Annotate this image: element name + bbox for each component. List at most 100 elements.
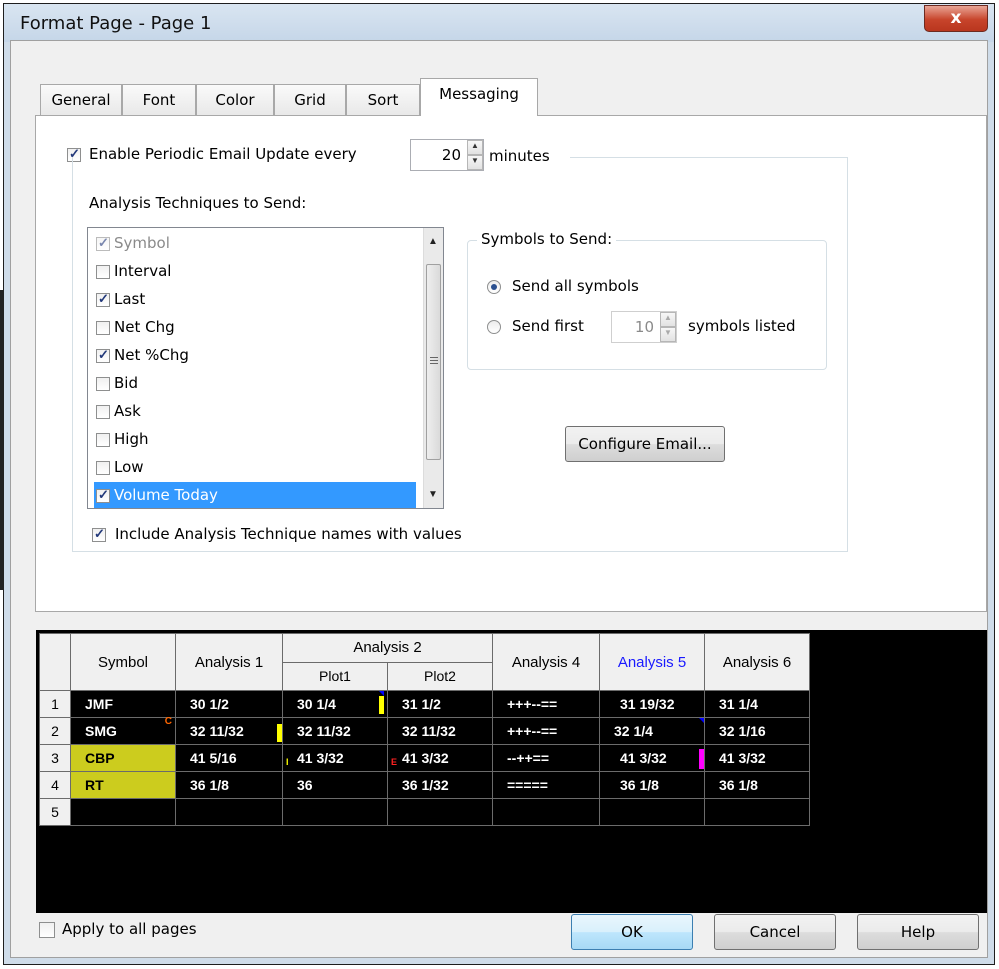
row-number[interactable]: 1 [39, 690, 71, 718]
cell-analysis4[interactable]: --++== [492, 744, 600, 772]
header-analysis2[interactable]: Analysis 2 [282, 633, 493, 663]
cell-analysis1[interactable]: 41 5/16 [175, 744, 283, 772]
window-title: Format Page - Page 1 [20, 13, 212, 34]
header-symbol[interactable]: Symbol [70, 633, 176, 691]
list-item[interactable]: Symbol [96, 230, 416, 258]
row-number[interactable]: 4 [39, 771, 71, 799]
cell-plot2[interactable]: 32 11/32 [387, 717, 493, 745]
send-first-radio[interactable] [487, 320, 501, 334]
row-number[interactable]: 3 [39, 744, 71, 772]
cell-analysis5[interactable]: 41 3/32 [599, 744, 705, 772]
corner-cell [39, 633, 71, 691]
cell-plot1[interactable] [282, 798, 388, 826]
cell-symbol[interactable] [70, 798, 176, 826]
cell-symbol[interactable]: CBP [70, 744, 176, 772]
cell-analysis5[interactable]: 31 19/32 [599, 690, 705, 718]
apply-all-checkbox[interactable] [39, 922, 55, 938]
list-item[interactable]: Low [96, 454, 416, 482]
cell-analysis6[interactable]: 41 3/32 [704, 744, 810, 772]
cell-analysis6[interactable]: 32 1/16 [704, 717, 810, 745]
cell-plot2-value: 41 3/32 [402, 750, 449, 766]
tab-sort[interactable]: Sort [346, 84, 420, 116]
ok-button[interactable]: OK [571, 914, 693, 950]
scroll-down-icon[interactable]: ▼ [424, 489, 442, 500]
technique-checkbox[interactable] [96, 347, 110, 363]
technique-checkbox[interactable] [96, 461, 110, 475]
cell-plot2[interactable] [387, 798, 493, 826]
technique-checkbox[interactable] [96, 265, 110, 279]
cell-symbol[interactable]: JMF [70, 690, 176, 718]
technique-checkbox[interactable] [96, 291, 110, 307]
cell-analysis6[interactable]: 31 1/4 [704, 690, 810, 718]
row-number[interactable]: 2 [39, 717, 71, 745]
list-item[interactable]: Net %Chg [96, 342, 416, 370]
list-item-selected[interactable]: Volume Today [94, 482, 416, 508]
header-plot1[interactable]: Plot1 [282, 661, 388, 691]
technique-checkbox[interactable] [96, 235, 110, 251]
cell-analysis4[interactable]: +++--== [492, 690, 600, 718]
cell-symbol[interactable]: SMG C [70, 716, 176, 745]
tab-color[interactable]: Color [196, 84, 274, 116]
cell-analysis6[interactable] [704, 798, 810, 826]
cell-plot2[interactable]: E 41 3/32 [387, 744, 493, 772]
spin-down-icon[interactable]: ▼ [660, 327, 676, 342]
technique-checkbox[interactable] [96, 405, 110, 419]
cell-analysis1[interactable]: 30 1/2 [175, 690, 283, 718]
send-all-radio[interactable] [487, 280, 501, 294]
send-first-spinner[interactable]: 10 ▲ ▼ [611, 311, 677, 343]
listbox-scrollbar[interactable]: ▲ ▼ [423, 228, 443, 508]
cell-plot1[interactable]: 30 1/4 [282, 690, 388, 718]
spin-up-icon[interactable]: ▲ [467, 140, 483, 155]
close-button[interactable]: x [924, 5, 988, 32]
cancel-button[interactable]: Cancel [714, 914, 836, 950]
technique-checkbox[interactable] [96, 433, 110, 447]
cell-analysis5[interactable]: 32 1/4 [599, 717, 705, 745]
grip-icon [430, 357, 438, 358]
header-analysis1[interactable]: Analysis 1 [175, 633, 283, 691]
list-item[interactable]: Ask [96, 398, 416, 426]
cell-analysis1[interactable]: 32 11/32 [175, 717, 283, 745]
cell-analysis6[interactable]: 36 1/8 [704, 771, 810, 799]
include-names-checkbox[interactable] [92, 526, 106, 542]
cell-plot2[interactable]: 31 1/2 [387, 690, 493, 718]
tab-font[interactable]: Font [122, 84, 196, 116]
cell-analysis1[interactable] [175, 798, 283, 826]
header-analysis5[interactable]: Analysis 5 [599, 633, 705, 691]
title-bar[interactable]: Format Page - Page 1 x [4, 4, 994, 42]
list-item[interactable]: Last [96, 286, 416, 314]
header-plot2[interactable]: Plot2 [387, 661, 493, 691]
technique-label: Net %Chg [114, 346, 189, 364]
techniques-listbox[interactable]: Symbol Interval Last Net Chg Net %Chg Bi… [87, 227, 444, 509]
cell-analysis1[interactable]: 36 1/8 [175, 771, 283, 799]
grid-table: Symbol Analysis 1 Analysis 2 Analysis 4 … [39, 633, 810, 826]
header-analysis6[interactable]: Analysis 6 [704, 633, 810, 691]
cell-analysis4[interactable] [492, 798, 600, 826]
cell-analysis5[interactable]: 36 1/8 [599, 771, 705, 799]
cell-analysis4[interactable]: ===== [492, 771, 600, 799]
spin-up-icon[interactable]: ▲ [660, 312, 676, 327]
help-button[interactable]: Help [857, 914, 979, 950]
list-item[interactable]: Net Chg [96, 314, 416, 342]
cell-analysis4[interactable]: +++--== [492, 717, 600, 745]
cell-plot1[interactable]: I 41 3/32 [282, 744, 388, 772]
cell-plot1[interactable]: 36 [282, 771, 388, 799]
cell-symbol[interactable]: RT [70, 771, 176, 799]
configure-email-button[interactable]: Configure Email... [565, 426, 725, 462]
list-item[interactable]: Interval [96, 258, 416, 286]
cell-plot2[interactable]: 36 1/32 [387, 771, 493, 799]
cell-analysis5[interactable] [599, 798, 705, 826]
tab-grid[interactable]: Grid [274, 84, 346, 116]
technique-checkbox[interactable] [96, 377, 110, 391]
list-item[interactable]: High [96, 426, 416, 454]
list-item[interactable]: Bid [96, 370, 416, 398]
group-top-line [570, 157, 848, 158]
technique-checkbox[interactable] [96, 487, 110, 503]
tab-general[interactable]: General [40, 84, 122, 116]
technique-checkbox[interactable] [96, 321, 110, 335]
header-analysis4[interactable]: Analysis 4 [492, 633, 600, 691]
row-number[interactable]: 5 [39, 798, 71, 826]
tab-messaging[interactable]: Messaging [420, 78, 538, 116]
scroll-thumb[interactable] [426, 264, 441, 460]
scroll-up-icon[interactable]: ▲ [424, 236, 442, 247]
cell-plot1[interactable]: 32 11/32 [282, 717, 388, 745]
